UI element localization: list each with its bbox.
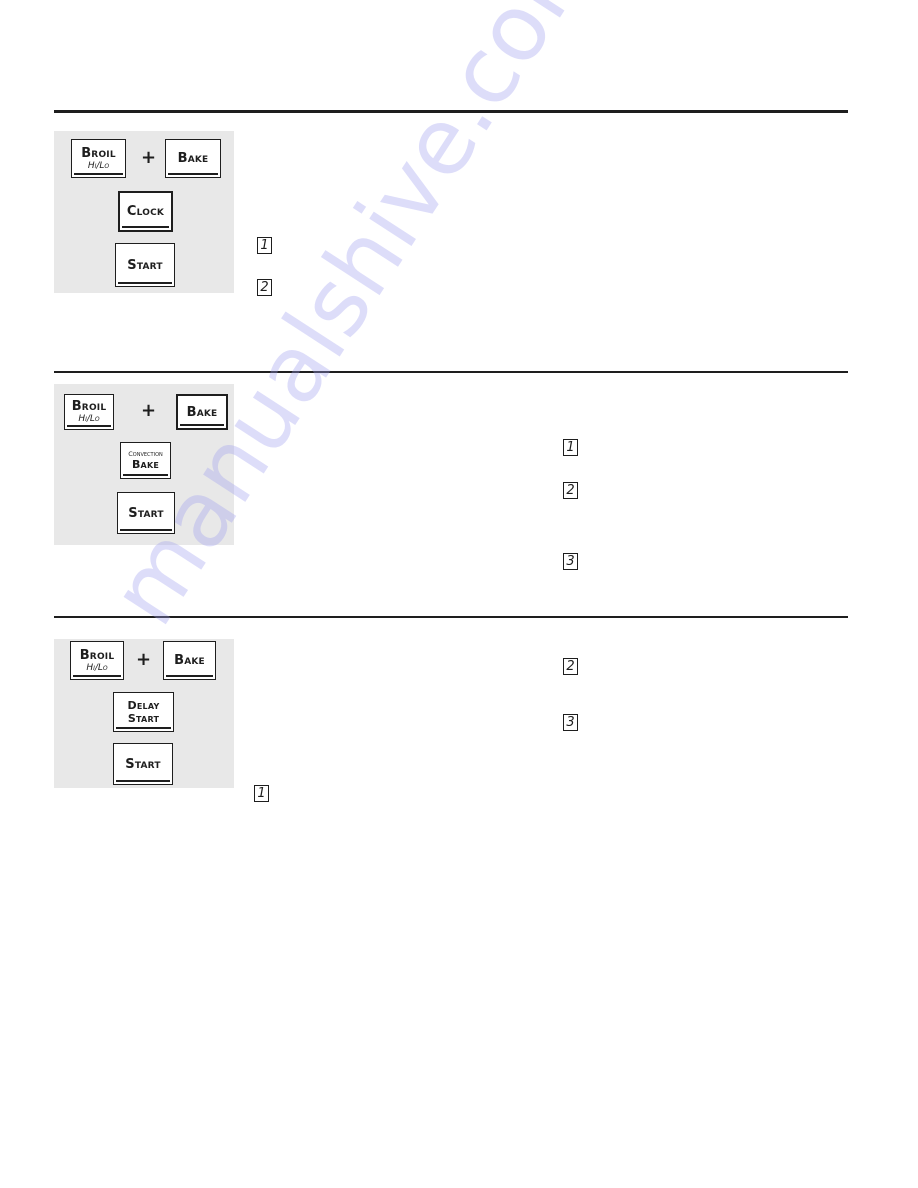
- section-divider: [54, 371, 848, 373]
- broil-hi-lo-key[interactable]: Broil Hi/Lo: [70, 641, 124, 680]
- step-badge-1: 1: [254, 785, 269, 802]
- plus-sign: +: [141, 147, 157, 168]
- broil-key-label: Broil: [71, 399, 107, 414]
- start-key-label: Start: [128, 505, 164, 521]
- hi-lo-label: Hi/Lo: [86, 662, 108, 673]
- watermark: manualshive.com: [90, 0, 623, 644]
- bake-key[interactable]: Bake: [165, 139, 221, 178]
- plus-sign: +: [136, 649, 152, 670]
- broil-hi-lo-key[interactable]: Broil Hi/Lo: [71, 139, 126, 178]
- hi-lo-label: Hi/Lo: [87, 160, 110, 171]
- bake-key-label: Bake: [177, 151, 209, 166]
- plus-sign: +: [141, 400, 157, 421]
- start-key[interactable]: Start: [115, 243, 175, 287]
- step-badge-3: 3: [563, 553, 578, 570]
- section-divider-top: [54, 110, 848, 113]
- bake-key[interactable]: Bake: [163, 641, 216, 680]
- convection-bake-key[interactable]: Convection Bake: [120, 442, 171, 479]
- delay-start-key[interactable]: Delay Start: [113, 692, 174, 732]
- step-badge-2: 2: [257, 279, 272, 296]
- keypad-panel-convection: Broil Hi/Lo + Bake Convection Bake Start: [54, 384, 234, 545]
- step-badge-1: 1: [257, 237, 272, 254]
- keypad-panel-delay-start: Broil Hi/Lo + Bake Delay Start Start: [54, 639, 234, 788]
- bake-key-label: Bake: [186, 404, 218, 420]
- delay-start-label: Start: [127, 712, 160, 725]
- hi-lo-label: Hi/Lo: [78, 414, 100, 424]
- broil-key-label: Broil: [81, 145, 116, 161]
- section-divider: [54, 616, 848, 618]
- clock-key-label: Clock: [126, 204, 165, 219]
- start-key-label: Start: [127, 257, 163, 273]
- step-badge-1: 1: [563, 439, 578, 456]
- clock-key[interactable]: Clock: [118, 191, 173, 232]
- convection-bake-label: Bake: [131, 457, 160, 471]
- delay-label: Delay: [127, 699, 160, 712]
- bake-key-label: Bake: [174, 653, 205, 668]
- broil-hi-lo-key[interactable]: Broil Hi/Lo: [64, 394, 114, 430]
- step-badge-3: 3: [563, 714, 578, 731]
- bake-key[interactable]: Bake: [176, 394, 228, 430]
- step-badge-2: 2: [563, 482, 578, 499]
- start-key-label: Start: [125, 756, 161, 772]
- keypad-panel-clock: Broil Hi/Lo + Bake Clock Start: [54, 131, 234, 293]
- start-key[interactable]: Start: [113, 743, 173, 785]
- convection-label: Convection: [128, 450, 163, 459]
- start-key[interactable]: Start: [117, 492, 175, 534]
- broil-key-label: Broil: [79, 647, 115, 663]
- step-badge-2: 2: [563, 658, 578, 675]
